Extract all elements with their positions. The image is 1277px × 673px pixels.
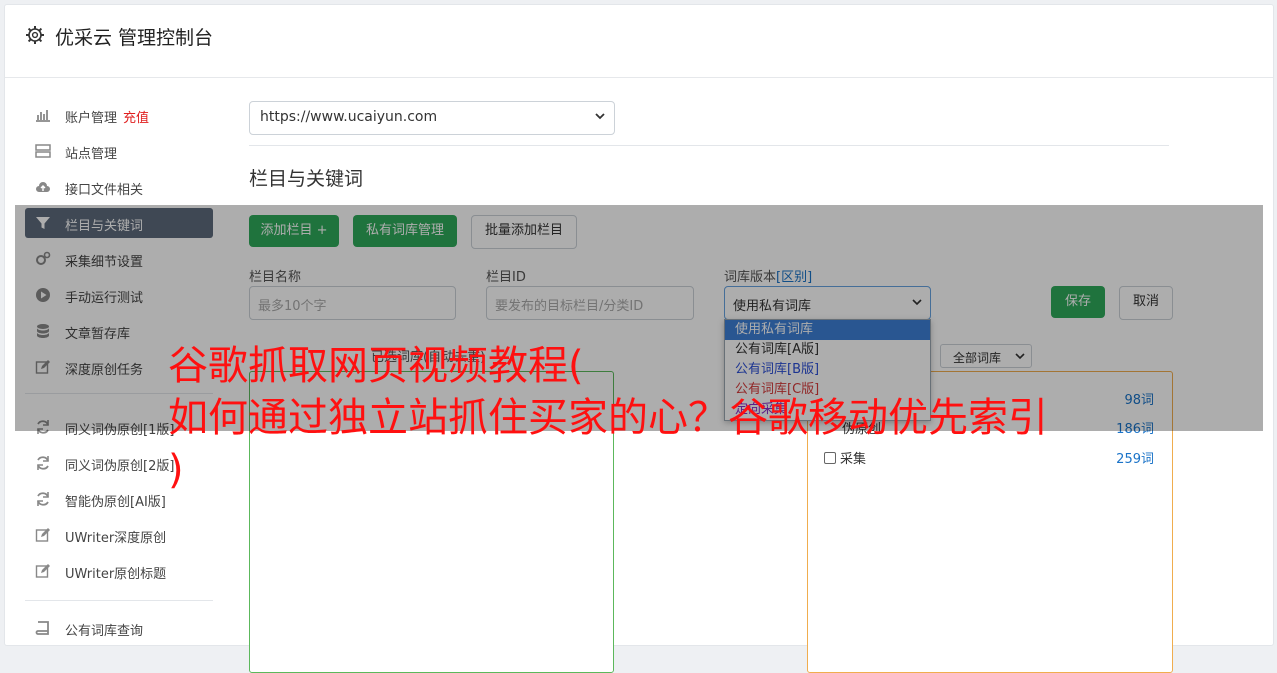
server-icon <box>35 144 51 158</box>
sidebar-item-label: 接口文件相关 <box>65 183 144 198</box>
dropdown-option[interactable]: 公有词库[B版] <box>725 360 930 380</box>
cancel-button[interactable]: 取消 <box>1119 286 1173 320</box>
lib-word-count: 186词 <box>1116 422 1154 437</box>
sidebar-item-label: 同义词伪原创[2版] <box>65 459 175 474</box>
sidebar-item-ai-rewrite[interactable]: 智能伪原创[AI版] <box>25 484 213 514</box>
refresh-icon <box>37 420 49 434</box>
sidebar-item-label: UWriter原创标题 <box>65 567 167 582</box>
sidebar-item-label: 账户管理 <box>65 111 118 126</box>
play-circle-icon <box>36 288 50 302</box>
console-header: 优采云 管理控制台 <box>5 5 1273 78</box>
sidebar-item-label: 手动运行测试 <box>65 291 144 306</box>
section-title: 栏目与关键词 <box>249 168 364 190</box>
sidebar-item-label: 智能伪原创[AI版] <box>65 495 166 510</box>
save-button[interactable]: 保存 <box>1051 286 1105 318</box>
sidebar-item-deep-original[interactable]: 深度原创任务 <box>25 352 213 382</box>
book-icon <box>35 621 49 635</box>
site-select[interactable]: https://www.ucaiyun.com <box>249 101 615 135</box>
chevron-down-icon <box>1015 353 1025 360</box>
database-icon <box>37 324 49 338</box>
add-column-button[interactable]: 添加栏目 + <box>249 215 339 247</box>
lib-filter-select[interactable]: 全部词库 <box>940 344 1032 368</box>
recharge-link[interactable]: 充值 <box>123 111 149 126</box>
sidebar-item-collect-settings[interactable]: 采集细节设置 <box>25 244 213 274</box>
sidebar-item-synonym-v2[interactable]: 同义词伪原创[2版] <box>25 448 213 478</box>
selected-words-box[interactable] <box>249 371 614 673</box>
sidebar-item-label: UWriter深度原创 <box>65 531 167 546</box>
refresh-icon <box>37 456 49 470</box>
sidebar-item-label: 栏目与关键词 <box>65 219 144 234</box>
sidebar-item-uwriter-title[interactable]: UWriter原创标题 <box>25 556 213 586</box>
sidebar-item-synonym-v1[interactable]: 同义词伪原创[1版] <box>25 412 213 442</box>
column-id-input[interactable]: 要发布的目标栏目/分类ID <box>486 286 694 320</box>
lib-version-select[interactable]: 使用私有词库 <box>724 286 931 320</box>
sidebar-item-columns[interactable]: 栏目与关键词 <box>25 208 213 238</box>
sidebar-item-label: 文章暂存库 <box>65 327 131 342</box>
console-card: 优采云 管理控制台 账户管理 充值 站点管理 接口文件相关 栏目与关键词 采集细节… <box>4 4 1274 673</box>
sidebar-item-label: 采集细节设置 <box>65 255 144 270</box>
batch-add-button[interactable]: 批量添加栏目 <box>471 215 577 249</box>
refresh-icon <box>37 492 49 506</box>
sidebar-item-uwriter-deep[interactable]: UWriter深度原创 <box>25 520 213 550</box>
sidebar-item-article-store[interactable]: 文章暂存库 <box>25 316 213 346</box>
selected-words-label: 已选词库(自动去重) <box>371 350 486 365</box>
sidebar-item-label: 深度原创任务 <box>65 363 144 378</box>
filter-icon <box>36 217 50 229</box>
bar-chart-icon <box>36 110 50 122</box>
column-name-label: 栏目名称 <box>249 270 302 285</box>
gears-icon <box>36 251 51 265</box>
section-divider <box>249 145 1169 146</box>
diff-link[interactable]: [区别] <box>776 270 812 285</box>
column-id-label: 栏目ID <box>486 270 526 285</box>
edit-icon <box>35 360 50 374</box>
sidebar-item-account[interactable]: 账户管理 充值 <box>25 100 213 130</box>
private-lib-button[interactable]: 私有词库管理 <box>353 215 457 247</box>
lib-word-count: 259词 <box>1116 452 1154 467</box>
chevron-down-icon <box>595 113 605 120</box>
sidebar-item-public-lib[interactable]: 公有词库查询 <box>25 613 213 643</box>
sidebar-divider <box>25 600 213 601</box>
dropdown-option[interactable]: 定向采集 <box>725 400 930 420</box>
dropdown-option[interactable]: 公有词库[A版] <box>725 340 930 360</box>
sidebar-item-sites[interactable]: 站点管理 <box>25 136 213 166</box>
sidebar-item-interface[interactable]: 接口文件相关 <box>25 172 213 202</box>
chevron-down-icon <box>912 299 922 306</box>
edit-icon <box>35 564 50 578</box>
checkbox[interactable] <box>824 452 836 464</box>
sidebar-item-label: 公有词库查询 <box>65 624 144 639</box>
lib-row[interactable]: 采集 <box>824 448 866 467</box>
sidebar-item-label: 同义词伪原创[1版] <box>65 423 175 438</box>
cloud-upload-icon <box>36 182 50 192</box>
lib-word-count: 98词 <box>1124 393 1154 408</box>
dropdown-option[interactable]: 公有词库[C版] <box>725 380 930 400</box>
sidebar-item-label: 站点管理 <box>65 147 118 162</box>
edit-icon <box>35 528 50 542</box>
column-name-input[interactable]: 最多10个字 <box>249 286 456 320</box>
sidebar-divider <box>25 393 213 394</box>
lib-version-label: 词库版本[区别] <box>724 270 813 285</box>
lib-version-dropdown: 使用私有词库 公有词库[A版] 公有词库[B版] 公有词库[C版] 定向采集 <box>724 319 931 421</box>
sidebar-item-manual-run[interactable]: 手动运行测试 <box>25 280 213 310</box>
page-title: 优采云 管理控制台 <box>55 27 214 49</box>
dropdown-option[interactable]: 使用私有词库 <box>725 320 930 340</box>
gear-icon <box>26 26 44 44</box>
